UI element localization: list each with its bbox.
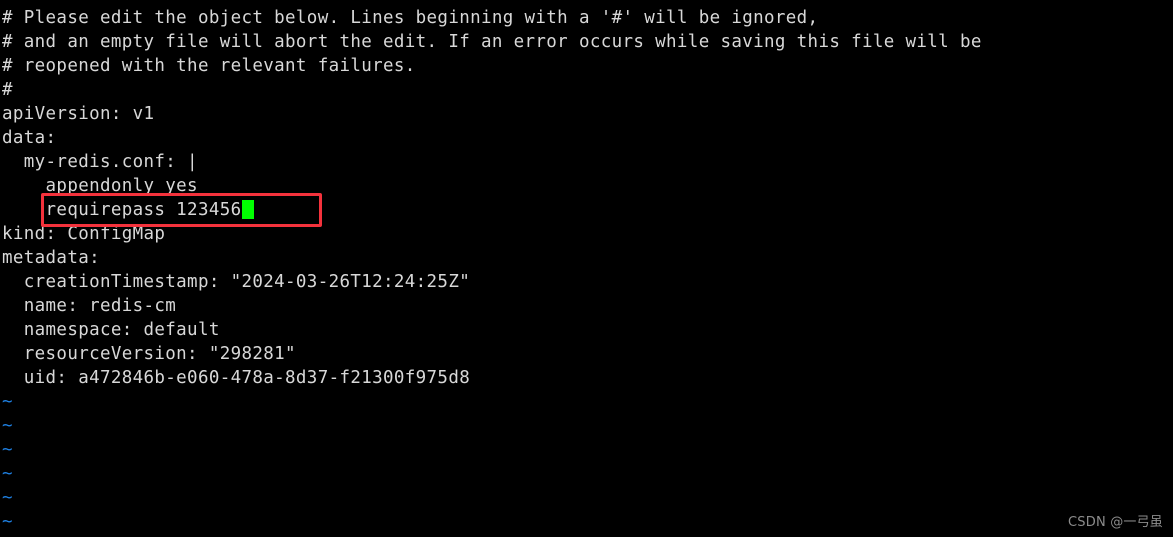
empty-line-marker: ~	[2, 512, 13, 532]
empty-line-marker: ~	[2, 464, 13, 484]
terminal-window[interactable]: # Please edit the object below. Lines be…	[0, 0, 1173, 537]
empty-line-marker: ~	[2, 440, 13, 460]
editor-line-name: name: redis-cm	[2, 296, 177, 316]
editor-line-uid: uid: a472846b-e060-478a-8d37-f21300f975d…	[2, 368, 471, 388]
editor-line-appendonly: appendonly yes	[2, 176, 198, 196]
editor-line-data-key: data:	[2, 128, 57, 148]
empty-line-marker: ~	[2, 488, 13, 508]
vim-text-buffer[interactable]: # Please edit the object below. Lines be…	[0, 6, 1173, 537]
editor-line-creation-timestamp: creationTimestamp: "2024-03-26T12:24:25Z…	[2, 272, 471, 292]
editor-line-my-redis-conf: my-redis.conf: |	[2, 152, 198, 172]
editor-line-namespace: namespace: default	[2, 320, 220, 340]
editor-line-comment-4: #	[2, 80, 13, 100]
editor-line-resource-version: resourceVersion: "298281"	[2, 344, 296, 364]
editor-line-requirepass[interactable]: requirepass 123456	[0, 198, 1173, 222]
editor-line-requirepass-text: requirepass 123456	[2, 200, 242, 220]
editor-line-comment-2: # and an empty file will abort the edit.…	[2, 32, 982, 52]
empty-line-marker: ~	[2, 416, 13, 436]
editor-line-kind: kind: ConfigMap	[2, 224, 166, 244]
editor-line-metadata-key: metadata:	[2, 248, 100, 268]
editor-line-comment-1: # Please edit the object below. Lines be…	[2, 8, 819, 28]
editor-line-apiversion: apiVersion: v1	[2, 104, 155, 124]
editor-line-comment-3: # reopened with the relevant failures.	[2, 56, 416, 76]
empty-line-marker: ~	[2, 392, 13, 412]
text-cursor	[241, 200, 254, 219]
csdn-watermark: CSDN @一弓虽	[1068, 515, 1163, 530]
